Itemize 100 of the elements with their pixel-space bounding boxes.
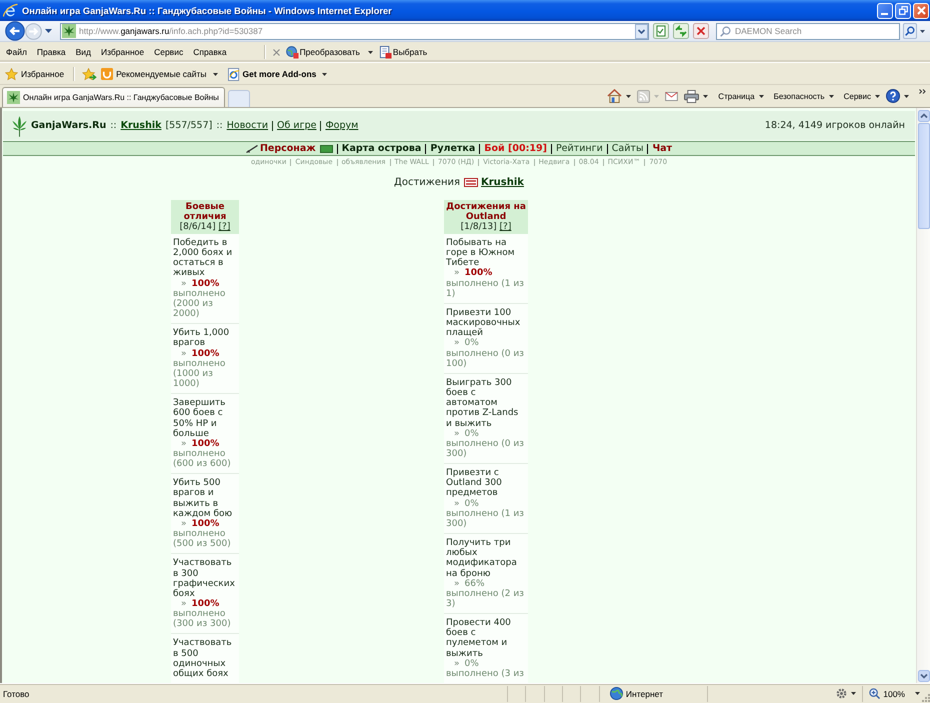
command-menu[interactable]: Безопасность — [774, 92, 834, 100]
nav-link[interactable]: Рейтинги — [556, 143, 603, 154]
leaf-icon — [7, 91, 20, 104]
percent-text: 100% — [192, 599, 220, 610]
menu-item[interactable]: Справка — [188, 47, 232, 57]
nav-link[interactable]: Карта острова — [342, 143, 422, 154]
web-slice-icon — [101, 68, 114, 80]
command-menu[interactable]: Страница — [718, 92, 764, 100]
menu-item[interactable]: Сервис — [149, 47, 188, 57]
caret-icon[interactable] — [626, 94, 632, 98]
header-link[interactable]: Новости — [226, 120, 268, 131]
back-icon[interactable] — [5, 21, 25, 41]
header-text: :: — [216, 120, 223, 131]
browser-tab[interactable]: Онлайн игра GanjaWars.Ru :: Ганджубасовые Войны — [2, 87, 225, 107]
bullet-mark: » — [454, 498, 460, 509]
help-link[interactable]: [?] — [500, 222, 512, 232]
close-button[interactable] — [913, 2, 929, 18]
refresh-icon[interactable] — [673, 23, 689, 39]
close-icon — [916, 6, 926, 15]
caret-icon[interactable] — [45, 29, 52, 33]
scroll-up-icon[interactable] — [918, 110, 930, 122]
nav-link[interactable]: Чат — [652, 143, 672, 154]
progress-text: выполнено (3 из — [446, 668, 525, 680]
more-icon[interactable] — [919, 89, 926, 94]
menu-item[interactable]: Файл — [1, 47, 32, 57]
menu-item[interactable]: Вид — [70, 47, 96, 57]
caret-icon[interactable] — [920, 30, 925, 32]
dropdown-icon[interactable] — [635, 24, 648, 38]
percent-text: 0% — [464, 428, 479, 439]
zone-text: Интернет — [626, 688, 663, 698]
favorites-link[interactable]: Рекомендуемые сайты — [101, 68, 218, 80]
achievement-text: Участвовать в 500 одиночных общих боях — [173, 638, 233, 680]
gear-icon[interactable] — [836, 688, 848, 699]
caret-icon[interactable] — [904, 94, 909, 98]
restore-icon — [898, 6, 908, 15]
home-icon[interactable] — [607, 89, 622, 103]
caret-icon — [758, 94, 764, 98]
add-favorite-icon[interactable] — [82, 68, 98, 80]
leaf-icon — [12, 114, 27, 137]
address-field[interactable]: http://www.ganjawars.ru/info.ach.php?id=530387 — [60, 22, 649, 40]
minimize-icon — [881, 12, 888, 14]
favorites-button[interactable]: Избранное — [5, 68, 64, 80]
achievement-text: Убить 500 врагов и выжить в каждом бою — [173, 478, 234, 519]
caret-icon[interactable] — [915, 692, 920, 695]
search-button[interactable] — [903, 23, 917, 39]
restore-button[interactable] — [895, 2, 911, 18]
help-icon[interactable] — [886, 89, 900, 103]
close-icon[interactable] — [272, 48, 280, 56]
user-link[interactable]: Krushik — [481, 177, 524, 188]
nav-link[interactable]: Бой [00:19] — [484, 143, 547, 154]
status-text: Готово — [3, 688, 30, 698]
header-text: :: — [110, 120, 117, 131]
panel-counts: [8/6/14] — [180, 222, 216, 232]
nav-link[interactable]: Персонаж — [260, 143, 316, 154]
achievement-text: Участвовать в 300 графических боях — [173, 558, 236, 599]
caret-icon[interactable] — [703, 94, 708, 98]
caret-icon — [212, 72, 218, 76]
mail-icon[interactable] — [665, 92, 678, 100]
achievement-text: Привезти с Outland 300 предметов — [446, 468, 503, 499]
favorites-link[interactable]: Get more Add-ons — [228, 68, 328, 80]
zoom-icon — [869, 688, 880, 699]
document-icon — [378, 46, 392, 58]
scrollbar[interactable] — [916, 108, 930, 683]
toolbar-button[interactable]: Преобразовать — [286, 46, 360, 58]
menu-item[interactable]: Правка — [32, 47, 71, 57]
scroll-down-icon[interactable] — [918, 670, 930, 682]
menu-item[interactable]: Избранное — [96, 47, 150, 57]
search-icon — [720, 26, 731, 36]
caret-icon[interactable] — [368, 50, 373, 54]
nav-link[interactable]: Рулетка — [430, 143, 476, 154]
print-icon[interactable] — [684, 90, 700, 102]
header-link[interactable]: Об игре — [277, 120, 316, 131]
bullet-mark: » — [454, 578, 460, 589]
command-menu[interactable]: Сервис — [844, 92, 880, 100]
bullet-mark: » — [454, 268, 460, 279]
minimize-button[interactable] — [877, 2, 893, 18]
stop-icon[interactable] — [693, 23, 709, 39]
help-link[interactable]: [?] — [218, 222, 230, 232]
achievement-text: Завершить 600 боев с 50% HP и больше — [173, 398, 226, 439]
bullet-mark: » — [454, 658, 460, 669]
heading-text: Достижения — [394, 177, 460, 188]
achievement-text: Провести 400 боев с пулеметом и выжить — [446, 618, 512, 659]
achievement-text: Получить три любых модификатора на броню — [446, 538, 518, 579]
progress-text: выполнено (0 из 300) — [446, 438, 525, 460]
user-link[interactable]: Krushik — [120, 120, 162, 131]
nav-link[interactable]: Сайты — [612, 143, 644, 154]
zoom-button[interactable]: 100% — [862, 686, 905, 702]
search-field[interactable]: DAEMON Search — [716, 22, 900, 40]
caret-icon — [828, 94, 834, 98]
caret-icon[interactable] — [851, 692, 856, 695]
scrollbar-thumb[interactable] — [918, 123, 930, 229]
header-link[interactable]: Форум — [325, 120, 358, 131]
toolbar-button[interactable]: Выбрать — [378, 46, 428, 58]
clan-badge-icon — [464, 178, 478, 187]
panel-title: Достижения на Outland — [445, 202, 527, 222]
globe-icon — [610, 687, 623, 700]
resize-grip-icon[interactable] — [920, 692, 930, 702]
achievement-text: Победить в 2,000 боях и остаться в живых — [173, 238, 234, 279]
achievement-text: Убить 1,000 врагов — [173, 328, 230, 349]
compatibility-icon[interactable] — [653, 23, 669, 39]
